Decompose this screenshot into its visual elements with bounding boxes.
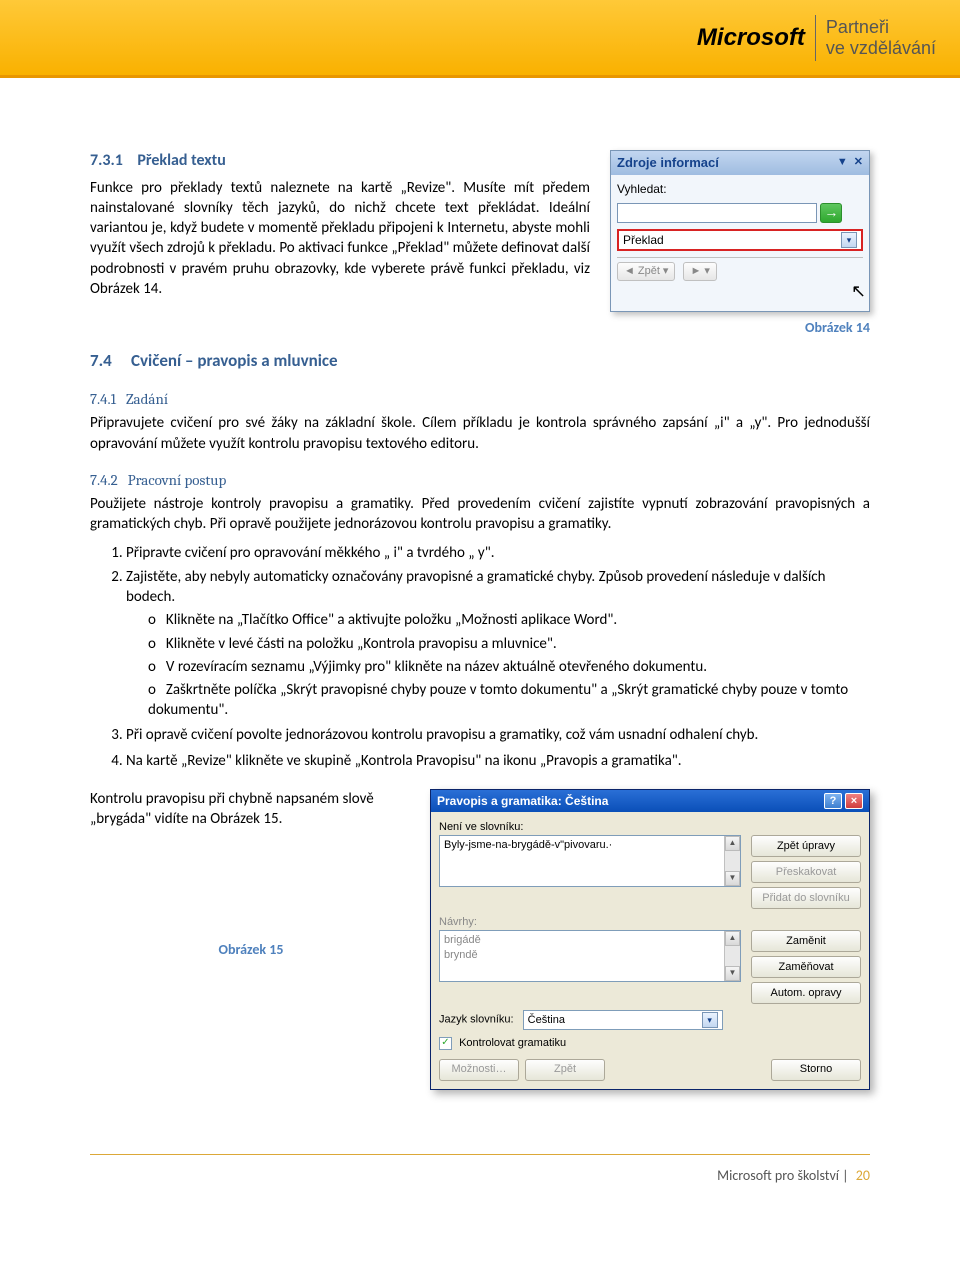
skip-button[interactable]: Přeskakovat [751, 861, 861, 883]
forward-dropdown-icon: ▾ [704, 264, 710, 279]
scroll-up-icon-2[interactable]: ▲ [725, 931, 740, 946]
back-button[interactable]: ◄ Zpět ▾ [617, 262, 675, 281]
step-2c: V rozevíracím seznamu „Výjimky pro" klik… [148, 657, 870, 677]
caption-15: Obrázek 15 [219, 941, 284, 958]
step-2d: Zaškrtněte políčka „Skrýt pravopisné chy… [148, 680, 870, 721]
autocorrect-button[interactable]: Autom. opravy [751, 982, 861, 1004]
cancel-button[interactable]: Storno [771, 1059, 861, 1081]
language-select[interactable]: Čeština ▾ [523, 1010, 723, 1030]
heading-7-4: 7.4 Cvičení – pravopis a mluvnice [90, 350, 870, 373]
step-3: Při opravě cvičení povolte jednorázovou … [126, 725, 870, 745]
step-4: Na kartě „Revize" klikněte ve skupině „K… [126, 751, 870, 783]
forward-arrow-icon: ► [690, 264, 701, 279]
suggestions-listbox[interactable]: brigádě bryndě ▲ ▼ [439, 930, 741, 982]
search-input[interactable] [617, 203, 817, 223]
heading-7-4-1: 7.4.1 Zadání [90, 389, 870, 409]
grammar-checkbox-label: Kontrolovat gramatiku [459, 1037, 566, 1049]
dialog-title: Pravopis a gramatika: Čeština [437, 793, 608, 809]
microsoft-logo: Microsoft [697, 24, 805, 52]
brand-block: Microsoft Partneři ve vzdělávání [697, 15, 936, 61]
source-select-value: Překlad [623, 232, 664, 248]
scroll-up-icon[interactable]: ▲ [725, 836, 740, 851]
step-2b: Klikněte v levé části na položku „Kontro… [148, 634, 870, 654]
step-2: Zajistěte, aby nebyly automaticky označo… [126, 567, 870, 721]
cursor-icon: ↖ [851, 279, 960, 303]
dialog-titlebar: Pravopis a gramatika: Čeština ? × [431, 790, 869, 812]
steps-list: Připravte cvičení pro opravování měkkého… [126, 543, 870, 784]
page-content: 7.3.1 Překlad textu Funkce pro překlady … [0, 78, 960, 1130]
pane-titlebar: Zdroje informací ▼ ✕ [611, 151, 869, 175]
scrollbar-2[interactable]: ▲ ▼ [724, 931, 740, 981]
label-not-in-dict: Není ve slovníku: [439, 820, 861, 835]
heading-7-3-1: 7.3.1 Překlad textu [90, 150, 590, 172]
dropdown-icon[interactable]: ▾ [841, 232, 857, 248]
page-footer: Microsoft pro školství | 20 [0, 1163, 960, 1204]
back-arrow-icon: ◄ [624, 264, 635, 279]
undo-button[interactable]: Zpět [525, 1059, 605, 1081]
suggestion-1[interactable]: brigádě [444, 933, 736, 948]
go-button[interactable]: → [820, 203, 842, 223]
partner-line1: Partneři [826, 17, 936, 38]
error-textarea[interactable]: Byly-jsme-na-brygádě-v"pivovaru.· ▲ ▼ [439, 835, 741, 887]
change-button[interactable]: Zaměnit [751, 930, 861, 952]
source-select[interactable]: Překlad ▾ [617, 229, 863, 251]
divider [815, 15, 816, 61]
lang-dropdown-icon[interactable]: ▾ [702, 1012, 718, 1028]
footer-rule [90, 1154, 870, 1155]
forward-button[interactable]: ► ▾ [683, 262, 716, 281]
back-dropdown-icon: ▾ [663, 264, 669, 279]
para-7-4-1: Připravujete cvičení pro své žáky na zák… [90, 413, 870, 454]
dialog-close-icon[interactable]: × [845, 793, 863, 809]
pane-close-icon[interactable]: ✕ [854, 155, 863, 170]
tail-para: Kontrolu pravopisu při chybně napsaném s… [90, 789, 412, 830]
scroll-down-icon-2[interactable]: ▼ [725, 966, 740, 981]
grammar-checkbox[interactable]: ✓ [439, 1037, 452, 1050]
label-lang: Jazyk slovníku: [439, 1014, 514, 1026]
heading-7-4-2: 7.4.2 Pracovní postup [90, 470, 870, 490]
partner-text: Partneři ve vzdělávání [826, 17, 936, 58]
undo-edits-button[interactable]: Zpět úpravy [751, 835, 861, 857]
change-all-button[interactable]: Zaměňovat [751, 956, 861, 978]
dialog-help-icon[interactable]: ? [824, 793, 842, 809]
spelling-dialog: Pravopis a gramatika: Čeština ? × Není v… [430, 789, 870, 1090]
options-button[interactable]: Možnosti… [439, 1059, 519, 1081]
add-to-dict-button[interactable]: Přidat do slovníku [751, 887, 861, 909]
caption-14: Obrázek 14 [805, 319, 870, 336]
header-bar: Microsoft Partneři ve vzdělávání [0, 0, 960, 78]
para-7-4-2: Použijete nástroje kontroly pravopisu a … [90, 494, 870, 535]
label-suggestions: Návrhy: [439, 915, 861, 930]
research-pane: Zdroje informací ▼ ✕ Vyhledat: → Překlad… [610, 150, 870, 312]
suggestion-2[interactable]: bryndě [444, 948, 736, 963]
search-label: Vyhledat: [617, 181, 863, 197]
step-2a: Klikněte na „Tlačítko Office" a aktivujt… [148, 610, 870, 630]
pane-title-text: Zdroje informací [617, 154, 719, 172]
partner-line2: ve vzdělávání [826, 38, 936, 59]
pane-menu-icon[interactable]: ▼ [837, 155, 848, 170]
para-7-3-1: Funkce pro překlady textů naleznete na k… [90, 178, 590, 300]
step-1: Připravte cvičení pro opravování měkkého… [126, 543, 870, 563]
scrollbar[interactable]: ▲ ▼ [724, 836, 740, 886]
scroll-down-icon[interactable]: ▼ [725, 871, 740, 886]
